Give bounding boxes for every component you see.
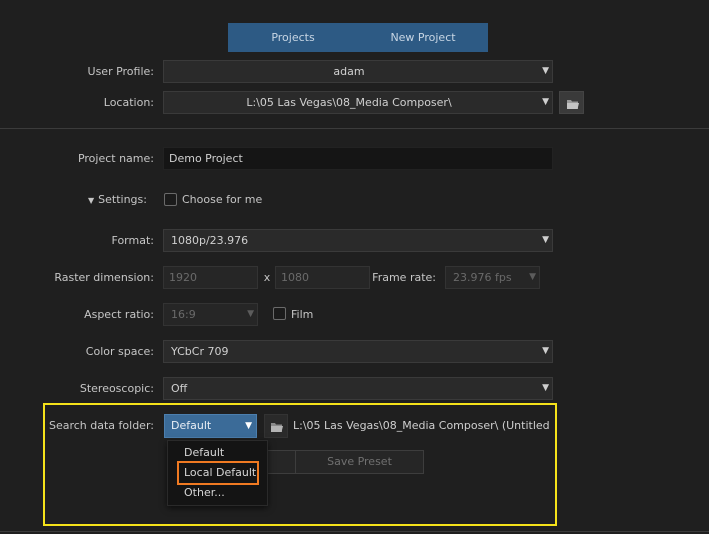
user-profile-value: adam [333,65,365,78]
choose-for-me-label: Choose for me [182,193,263,206]
format-select[interactable]: 1080p/23.976 ▼ [163,229,553,252]
chevron-down-icon: ▼ [529,272,536,282]
chevron-down-icon: ▼ [542,346,549,356]
search-folder-highlight [43,403,557,526]
tab-projects[interactable]: Projects [228,23,358,52]
location-label: Location: [103,96,154,109]
aspect-select[interactable]: 16:9 ▼ [163,303,258,326]
chevron-down-icon: ▼ [247,309,254,319]
raster-x-label: x [263,271,271,284]
frame-rate-label: Frame rate: [372,271,436,284]
aspect-label: Aspect ratio: [84,308,154,321]
aspect-value: 16:9 [171,308,196,321]
format-value: 1080p/23.976 [171,234,249,247]
browse-location-button[interactable] [559,91,584,114]
chevron-down-icon: ▼ [542,66,549,76]
choose-for-me-checkbox[interactable] [164,193,177,206]
raster-width-value: 1920 [169,271,197,284]
chevron-down-icon: ▼ [542,97,549,107]
raster-height-value: 1080 [281,271,309,284]
user-profile-select[interactable]: adam ▼ [163,60,553,83]
bottom-divider [0,531,709,532]
user-profile-label: User Profile: [87,65,154,78]
tab-bar: Projects New Project [228,23,488,52]
location-value: L:\05 Las Vegas\08_Media Composer\ [246,96,452,109]
format-label: Format: [111,234,154,247]
project-name-input[interactable]: Demo Project [163,147,553,170]
project-name-label: Project name: [77,152,154,165]
frame-rate-select[interactable]: 23.976 fps ▼ [445,266,540,289]
project-name-value: Demo Project [169,152,243,165]
section-divider [0,128,709,129]
raster-height-input[interactable]: 1080 [275,266,370,289]
chevron-down-icon: ▼ [542,235,549,245]
chevron-down-icon: ▼ [542,383,549,393]
color-space-label: Color space: [85,345,154,358]
stereoscopic-label: Stereoscopic: [79,382,154,395]
color-space-select[interactable]: YCbCr 709 ▼ [163,340,553,363]
tab-new-project[interactable]: New Project [358,23,488,52]
triangle-down-icon: ▼ [88,196,95,205]
color-space-value: YCbCr 709 [171,345,229,358]
stereoscopic-value: Off [171,382,188,395]
frame-rate-value: 23.976 fps [453,271,512,284]
raster-width-input[interactable]: 1920 [163,266,258,289]
settings-toggle[interactable]: ▼ Settings: [88,190,158,210]
raster-label: Raster dimension: [54,271,154,284]
film-checkbox[interactable] [273,307,286,320]
stereoscopic-select[interactable]: Off ▼ [163,377,553,400]
location-select[interactable]: L:\05 Las Vegas\08_Media Composer\ ▼ [163,91,553,114]
folder-icon [567,100,579,109]
settings-label: Settings: [98,193,147,206]
film-label: Film [291,308,314,321]
